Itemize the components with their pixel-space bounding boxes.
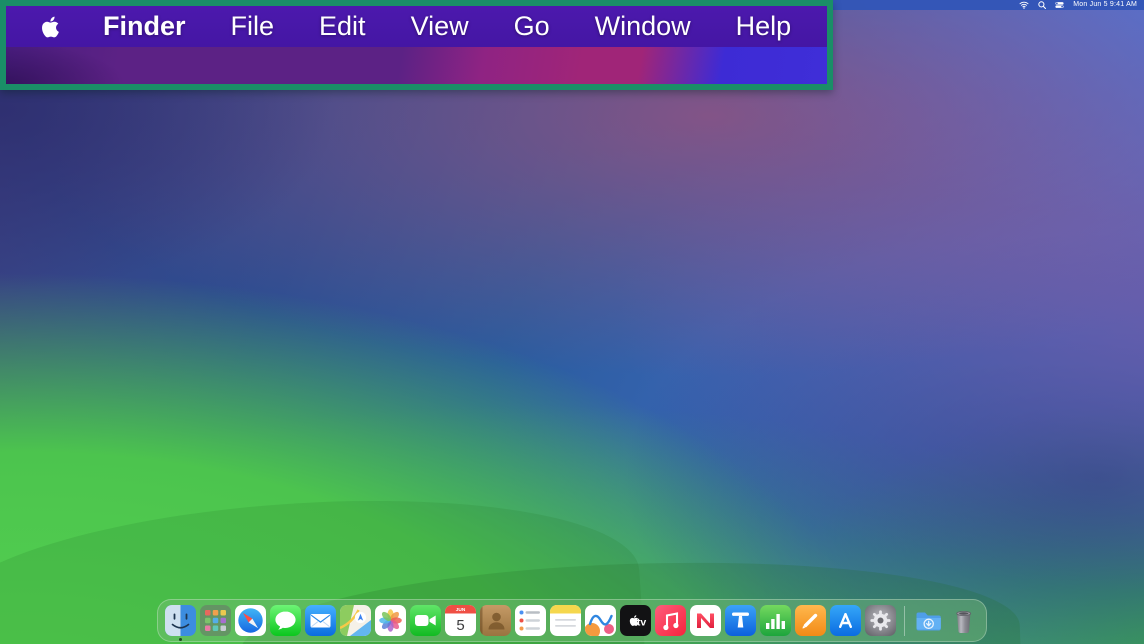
- freeform-icon: [585, 605, 616, 636]
- magnified-menu-items: Finder File Edit View Go Window Help: [103, 6, 791, 47]
- dock-item-reminders[interactable]: [515, 605, 546, 636]
- downloads-folder-icon: [913, 605, 944, 636]
- dock-item-calendar[interactable]: JUN 5: [445, 605, 476, 636]
- dock-item-system-settings[interactable]: [865, 605, 896, 636]
- menu-item-view[interactable]: View: [411, 6, 469, 47]
- finder-icon: [165, 605, 196, 636]
- svg-text:JUN: JUN: [456, 607, 466, 613]
- safari-icon: [235, 605, 266, 636]
- desktop-screen: Mon Jun 5 9:41 AM Finder File Edit View …: [0, 0, 1144, 644]
- dock-item-photos[interactable]: [375, 605, 406, 636]
- dock-item-finder[interactable]: [165, 605, 196, 636]
- menu-item-help[interactable]: Help: [736, 6, 792, 47]
- running-indicator: [179, 638, 182, 641]
- menu-item-file[interactable]: File: [231, 6, 275, 47]
- photos-icon: [375, 605, 406, 636]
- contacts-icon: [480, 605, 511, 636]
- magnified-wallpaper: [6, 47, 827, 84]
- keynote-icon: [725, 605, 756, 636]
- apple-tv-icon: tv: [620, 605, 651, 636]
- music-icon: [655, 605, 686, 636]
- dock-item-contacts[interactable]: [480, 605, 511, 636]
- dock-item-messages[interactable]: [270, 605, 301, 636]
- maps-icon: [340, 605, 371, 636]
- dock-item-facetime[interactable]: [410, 605, 441, 636]
- magnified-menu-bar: Finder File Edit View Go Window Help: [6, 6, 827, 47]
- dock-item-pages[interactable]: [795, 605, 826, 636]
- svg-text:5: 5: [456, 617, 464, 634]
- trash-icon: [948, 605, 979, 636]
- notes-icon: [550, 605, 581, 636]
- svg-text:tv: tv: [637, 617, 646, 629]
- dock-item-freeform[interactable]: [585, 605, 616, 636]
- dock-item-news[interactable]: [690, 605, 721, 636]
- dock-separator: [904, 606, 905, 636]
- messages-icon: [270, 605, 301, 636]
- apple-logo-icon: [35, 11, 62, 43]
- calendar-icon: JUN 5: [445, 605, 476, 636]
- system-settings-icon: [865, 605, 896, 636]
- zoom-magnifier-window: Finder File Edit View Go Window Help: [0, 0, 833, 90]
- pages-icon: [795, 605, 826, 636]
- spotlight-icon[interactable]: [1038, 1, 1046, 9]
- menu-item-finder[interactable]: Finder: [103, 6, 186, 47]
- menu-item-go[interactable]: Go: [514, 6, 550, 47]
- wifi-icon[interactable]: [1019, 1, 1029, 9]
- menu-item-edit[interactable]: Edit: [319, 6, 366, 47]
- dock-item-maps[interactable]: [340, 605, 371, 636]
- control-center-icon[interactable]: [1055, 1, 1064, 9]
- dock-item-keynote[interactable]: [725, 605, 756, 636]
- dock-item-app-store[interactable]: [830, 605, 861, 636]
- dock-item-tv[interactable]: tv: [620, 605, 651, 636]
- reminders-icon: [515, 605, 546, 636]
- dock: JUN 5: [157, 599, 987, 642]
- menu-item-window[interactable]: Window: [595, 6, 691, 47]
- menu-bar-clock[interactable]: Mon Jun 5 9:41 AM: [1073, 0, 1137, 10]
- facetime-icon: [410, 605, 441, 636]
- mail-icon: [305, 605, 336, 636]
- dock-item-trash[interactable]: [948, 605, 979, 636]
- dock-item-safari[interactable]: [235, 605, 266, 636]
- apple-menu[interactable]: [35, 11, 62, 43]
- dock-item-launchpad[interactable]: [200, 605, 231, 636]
- dock-item-numbers[interactable]: [760, 605, 791, 636]
- dock-item-music[interactable]: [655, 605, 686, 636]
- app-store-icon: [830, 605, 861, 636]
- news-icon: [690, 605, 721, 636]
- dock-item-mail[interactable]: [305, 605, 336, 636]
- dock-item-notes[interactable]: [550, 605, 581, 636]
- numbers-icon: [760, 605, 791, 636]
- desktop-wallpaper: [0, 0, 1144, 644]
- dock-item-downloads[interactable]: [913, 605, 944, 636]
- launchpad-icon: [200, 605, 231, 636]
